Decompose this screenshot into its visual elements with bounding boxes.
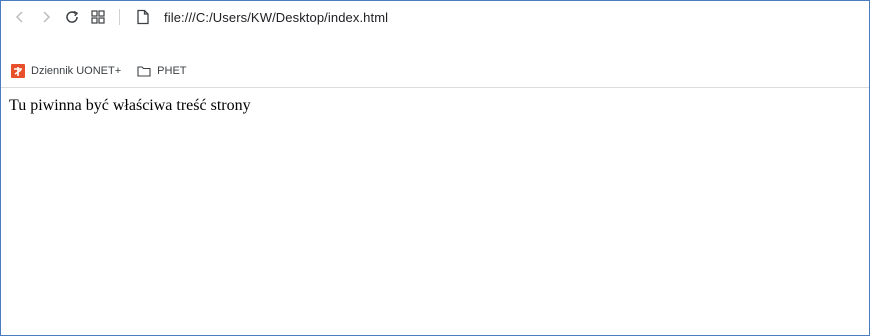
site-info-button[interactable]: [130, 4, 156, 30]
chevron-left-icon: [15, 11, 23, 23]
browser-toolbar: file:///C:/Users/KW/Desktop/index.html D…: [1, 1, 869, 88]
uonet-favicon: [11, 64, 25, 78]
bookmark-dziennik-uonet[interactable]: Dziennik UONET+: [11, 64, 121, 78]
apps-grid-icon: [91, 10, 105, 24]
reload-button[interactable]: [59, 4, 85, 30]
bookmark-label: Dziennik UONET+: [31, 65, 122, 77]
browser-window: file:///C:/Users/KW/Desktop/index.html D…: [0, 0, 870, 336]
toolbar-divider: [119, 9, 120, 25]
bookmarks-bar: Dziennik UONET+ PHET: [1, 55, 869, 88]
forward-button[interactable]: [33, 4, 59, 30]
bookmark-folder-phet[interactable]: PHET: [137, 65, 187, 77]
file-icon: [137, 9, 149, 25]
back-button[interactable]: [7, 4, 33, 30]
folder-icon: [137, 66, 151, 77]
reload-icon: [66, 10, 79, 23]
chevron-right-icon: [43, 11, 51, 23]
navigation-row: file:///C:/Users/KW/Desktop/index.html: [1, 1, 869, 33]
page-viewport: Tu piwinna być właściwa treść strony: [1, 89, 869, 335]
apps-button[interactable]: [85, 4, 111, 30]
address-bar-url[interactable]: file:///C:/Users/KW/Desktop/index.html: [164, 10, 388, 25]
bookmark-label: PHET: [157, 65, 187, 77]
page-body-text: Tu piwinna być właściwa treść strony: [9, 97, 251, 114]
